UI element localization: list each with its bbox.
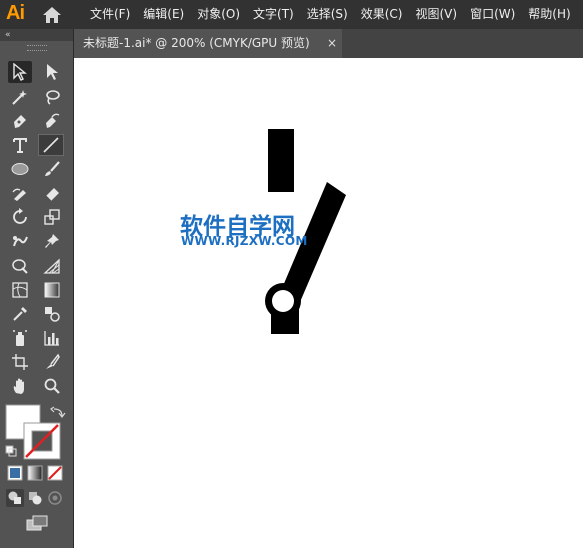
fill-stroke-control[interactable] [4, 404, 70, 462]
screen-mode-icon[interactable] [24, 513, 50, 533]
draw-inside-icon[interactable] [46, 489, 64, 507]
menu-window[interactable]: 窗口(W) [470, 0, 515, 29]
artwork [265, 129, 346, 334]
watermark-url: WWW.RJZXW.COM [181, 234, 308, 248]
tools-panel: « [0, 29, 74, 548]
artwork-ring-hole [272, 290, 294, 312]
color-mode-icon[interactable] [6, 464, 24, 482]
tools-panel-header: « [0, 29, 73, 41]
magic-wand-tool-icon[interactable] [8, 86, 32, 108]
type-tool-icon[interactable] [8, 134, 32, 156]
hand-tool-icon[interactable] [8, 375, 32, 397]
draw-behind-icon[interactable] [26, 489, 44, 507]
document-tab-title: 未标题-1.ai* @ 200% (CMYK/GPU 预览) [83, 36, 310, 50]
mesh-tool-icon[interactable] [8, 279, 32, 301]
menu-bar: Ai 文件(F) 编辑(E) 对象(O) 文字(T) 选择(S) 效果(C) 视… [0, 0, 583, 29]
document-tab-strip: 未标题-1.ai* @ 200% (CMYK/GPU 预览) × [74, 29, 583, 58]
scale-tool-icon[interactable] [40, 206, 64, 228]
menu-file[interactable]: 文件(F) [90, 0, 130, 29]
selection-tool-icon[interactable] [8, 61, 32, 83]
ellipse-tool-icon[interactable] [8, 158, 32, 180]
swap-fill-stroke-icon [50, 406, 66, 418]
rotate-tool-icon[interactable] [8, 206, 32, 228]
gradient-mode-icon[interactable] [26, 464, 44, 482]
menu-effect[interactable]: 效果(C) [361, 0, 403, 29]
zoom-tool-icon[interactable] [40, 375, 64, 397]
home-icon[interactable] [42, 5, 62, 25]
blend-tool-icon[interactable] [40, 303, 64, 325]
document-tab[interactable]: 未标题-1.ai* @ 200% (CMYK/GPU 预览) × [74, 29, 342, 58]
artwork-upper-rectangle [268, 129, 294, 192]
gradient-tool-icon[interactable] [40, 279, 64, 301]
lasso-tool-icon[interactable] [40, 86, 64, 108]
symbol-sprayer-tool-icon[interactable] [8, 327, 32, 349]
menu-edit[interactable]: 编辑(E) [143, 0, 184, 29]
perspective-grid-tool-icon[interactable] [40, 255, 64, 277]
menu-select[interactable]: 选择(S) [307, 0, 348, 29]
shaper-tool-icon[interactable] [8, 182, 32, 204]
none-mode-icon[interactable] [46, 464, 64, 482]
collapse-panel-icon[interactable]: « [5, 29, 11, 41]
draw-normal-icon[interactable] [6, 489, 24, 507]
line-segment-tool-icon[interactable] [38, 134, 64, 156]
pin-tool-icon[interactable] [40, 230, 64, 252]
slice-tool-icon[interactable] [40, 351, 64, 373]
menu-help[interactable]: 帮助(H) [528, 0, 570, 29]
artboard-canvas[interactable]: 软件自学网 WWW.RJZXW.COM [74, 58, 583, 548]
menu-view[interactable]: 视图(V) [415, 0, 457, 29]
paintbrush-tool-icon[interactable] [40, 158, 64, 180]
puppet-warp-tool-icon[interactable] [8, 230, 32, 252]
menu-type[interactable]: 文字(T) [253, 0, 294, 29]
app-logo: Ai [6, 2, 25, 24]
close-icon[interactable]: × [327, 29, 337, 58]
pen-tool-icon[interactable] [8, 110, 32, 132]
column-graph-tool-icon[interactable] [40, 327, 64, 349]
eraser-tool-icon[interactable] [40, 182, 64, 204]
curvature-tool-icon[interactable] [40, 110, 64, 132]
eyedropper-tool-icon[interactable] [8, 303, 32, 325]
artboard-tool-icon[interactable] [8, 351, 32, 373]
free-transform-tool-icon[interactable] [8, 255, 32, 277]
menu-object[interactable]: 对象(O) [197, 0, 240, 29]
panel-grip[interactable] [27, 45, 47, 51]
direct-selection-tool-icon[interactable] [40, 61, 64, 83]
